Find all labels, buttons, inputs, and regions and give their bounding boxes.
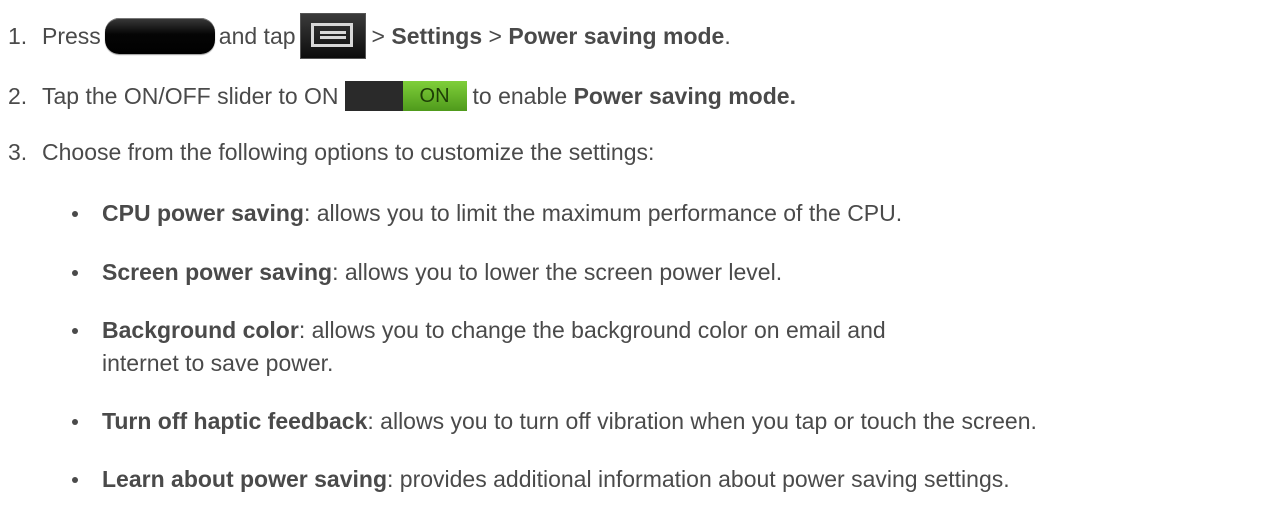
slider-on-label: ON	[402, 81, 467, 111]
option-screen-power-saving: Screen power saving: allows you to lower…	[72, 256, 1242, 289]
power-saving-mode-label: Power saving mode	[508, 22, 725, 49]
bullet-icon	[72, 211, 78, 217]
on-off-slider-icon: ON	[344, 81, 467, 111]
home-key-icon	[104, 18, 215, 54]
step-1: 1. Press and tap > Settings > Power savi…	[8, 13, 731, 59]
option-title: Screen power saving	[102, 259, 333, 285]
option-cpu-power-saving: CPU power saving: allows you to limit th…	[72, 197, 1242, 230]
step-text: and tap	[218, 22, 296, 49]
punctuation: .	[724, 22, 731, 49]
step-2: 2. Tap the ON/OFF slider to ON ON to ena…	[8, 76, 796, 116]
bullet-icon	[72, 419, 78, 425]
option-title: Learn about power saving	[102, 466, 387, 492]
step-number: 1.	[8, 22, 28, 49]
step-text: to enable	[472, 82, 568, 109]
step-3: 3. Choose from the following options to …	[8, 132, 654, 172]
option-description: : allows you to turn off vibration when …	[367, 408, 1037, 434]
power-saving-mode-label: Power saving mode.	[573, 82, 796, 109]
option-description: : allows you to limit the maximum perfor…	[303, 200, 903, 226]
bullet-icon	[72, 328, 78, 334]
step-text: Tap the ON/OFF slider to ON	[42, 82, 339, 109]
menu-key-icon	[299, 13, 366, 59]
option-title: Turn off haptic feedback	[102, 408, 368, 434]
option-description: : allows you to lower the screen power l…	[332, 259, 783, 285]
separator: >	[488, 22, 502, 49]
option-background-color: Background color: allows you to change t…	[72, 314, 902, 380]
option-title: Background color	[102, 317, 299, 343]
step-number: 3.	[8, 138, 28, 165]
step-text: Press	[42, 22, 101, 49]
step-text: Choose from the following options to cus…	[42, 138, 655, 165]
settings-label: Settings	[391, 22, 483, 49]
option-turn-off-haptic-feedback: Turn off haptic feedback: allows you to …	[72, 405, 1242, 438]
option-description: : provides additional information about …	[387, 466, 1010, 492]
option-learn-about-power-saving: Learn about power saving: provides addit…	[72, 463, 1242, 496]
slider-off-half	[344, 81, 403, 111]
separator: >	[371, 22, 385, 49]
bullet-icon	[72, 270, 78, 276]
option-title: CPU power saving	[102, 200, 304, 226]
step-number: 2.	[8, 82, 28, 109]
bullet-icon	[72, 477, 78, 483]
